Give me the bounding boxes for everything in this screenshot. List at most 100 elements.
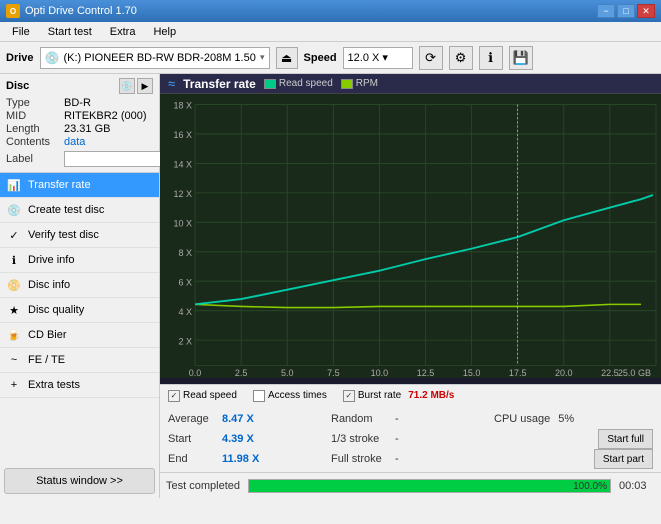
read-speed-checkbox[interactable]: ✓ [168, 390, 180, 402]
left-panel: Disc 💿 ▶ Type BD-R MID RITEKBR2 (000) Le… [0, 74, 160, 498]
drive-select-text: (K:) PIONEER BD-RW BDR-208M 1.50 [63, 52, 256, 64]
stroke13-value: - [395, 433, 415, 445]
right-panel: ≈ Transfer rate Read speed RPM [160, 74, 661, 498]
status-window-label: Status window >> [36, 475, 123, 487]
nav-item-cd-bier[interactable]: 🍺 CD Bier [0, 323, 159, 348]
contents-value: data [64, 136, 85, 148]
full-stroke-value: - [395, 453, 415, 465]
fe-te-icon: ~ [6, 352, 22, 368]
nav-item-create-test-disc[interactable]: 💿 Create test disc [0, 198, 159, 223]
menu-help[interactable]: Help [145, 24, 184, 40]
disc-type-row: Type BD-R [6, 97, 153, 109]
nav-item-drive-info[interactable]: ℹ Drive info [0, 248, 159, 273]
close-button[interactable]: ✕ [637, 4, 655, 18]
access-times-checkbox[interactable] [253, 390, 265, 402]
status-window-button[interactable]: Status window >> [4, 468, 155, 494]
burst-rate-checkbox[interactable]: ✓ [343, 390, 355, 402]
nav-item-verify-test-disc[interactable]: ✓ Verify test disc [0, 223, 159, 248]
menu-start-test[interactable]: Start test [40, 24, 100, 40]
progress-time: 00:03 [619, 480, 655, 492]
maximize-button[interactable]: □ [617, 4, 635, 18]
random-label: Random [331, 413, 391, 425]
average-value: 8.47 X [222, 413, 267, 425]
verify-test-disc-icon: ✓ [6, 227, 22, 243]
progress-percent: 100.0% [573, 480, 607, 494]
chart-stats-bar: ✓ Read speed Access times ✓ Burst rate 7… [160, 384, 661, 406]
nav-item-transfer-rate[interactable]: 📊 Transfer rate [0, 173, 159, 198]
svg-text:2.5: 2.5 [235, 368, 248, 378]
menu-file[interactable]: File [4, 24, 38, 40]
transfer-rate-label: Transfer rate [28, 179, 91, 191]
disc-icon-2[interactable]: ▶ [137, 78, 153, 94]
disc-header: Disc 💿 ▶ [6, 78, 153, 94]
legend-rpm-box [341, 79, 353, 89]
status-text: Test completed [166, 480, 240, 492]
start-part-button[interactable]: Start part [594, 449, 653, 469]
drive-info-label: Drive info [28, 254, 74, 266]
legend-rpm: RPM [341, 78, 378, 89]
svg-text:6 X: 6 X [179, 277, 193, 287]
extra-tests-label: Extra tests [28, 379, 80, 391]
nav-item-fe-te[interactable]: ~ FE / TE [0, 348, 159, 373]
window-controls: − □ ✕ [597, 4, 655, 18]
minimize-button[interactable]: − [597, 4, 615, 18]
svg-text:16 X: 16 X [174, 130, 193, 140]
titlebar: O Opti Drive Control 1.70 − □ ✕ [0, 0, 661, 22]
speed-label: Speed [304, 52, 337, 64]
burst-rate-checkbox-item[interactable]: ✓ Burst rate 71.2 MB/s [343, 390, 455, 402]
transfer-rate-icon: 📊 [6, 177, 22, 193]
read-speed-checkbox-item[interactable]: ✓ Read speed [168, 390, 237, 402]
disc-length-row: Length 23.31 GB [6, 123, 153, 135]
stats-rows: Average 8.47 X Random - CPU usage 5% Sta… [160, 406, 661, 472]
stroke13-label: 1/3 stroke [331, 433, 391, 445]
length-label: Length [6, 123, 64, 135]
save-button[interactable]: 💾 [509, 46, 533, 70]
svg-text:15.0: 15.0 [463, 368, 481, 378]
svg-text:14 X: 14 X [174, 159, 193, 169]
chart-inner: 18 X 16 X 14 X 12 X 10 X 8 X 6 X 4 X 2 X… [160, 94, 661, 378]
svg-text:4 X: 4 X [179, 307, 193, 317]
disc-section: Disc 💿 ▶ Type BD-R MID RITEKBR2 (000) Le… [0, 74, 159, 173]
nav-item-extra-tests[interactable]: + Extra tests [0, 373, 159, 398]
create-test-disc-label: Create test disc [28, 204, 104, 216]
main-content: Disc 💿 ▶ Type BD-R MID RITEKBR2 (000) Le… [0, 74, 661, 498]
menubar: File Start test Extra Help [0, 22, 661, 42]
disc-info-label: Disc info [28, 279, 70, 291]
nav-items: 📊 Transfer rate 💿 Create test disc ✓ Ver… [0, 173, 159, 398]
verify-test-disc-label: Verify test disc [28, 229, 99, 241]
type-label: Type [6, 97, 64, 109]
access-times-checkbox-item[interactable]: Access times [253, 390, 327, 402]
eject-button[interactable]: ⏏ [276, 47, 298, 69]
refresh-button[interactable]: ⟳ [419, 46, 443, 70]
progress-bar-outer: 100.0% [248, 479, 611, 493]
checkmark: ✓ [171, 391, 178, 400]
info-button[interactable]: ℹ [479, 46, 503, 70]
mid-label: MID [6, 110, 64, 122]
nav-item-disc-quality[interactable]: ★ Disc quality [0, 298, 159, 323]
contents-label: Contents [6, 136, 64, 148]
disc-icon-1[interactable]: 💿 [119, 78, 135, 94]
disc-quality-label: Disc quality [28, 304, 84, 316]
svg-text:0.0: 0.0 [189, 368, 202, 378]
disc-section-title: Disc [6, 80, 29, 92]
toolbar: Drive 💿 (K:) PIONEER BD-RW BDR-208M 1.50… [0, 42, 661, 74]
full-stroke-label: Full stroke [331, 453, 391, 465]
fe-te-label: FE / TE [28, 354, 65, 366]
settings-button[interactable]: ⚙ [449, 46, 473, 70]
drive-info-icon: ℹ [6, 252, 22, 268]
start-part-col: Start part [494, 449, 653, 469]
start-full-button[interactable]: Start full [598, 429, 653, 449]
read-speed-label: Read speed [183, 390, 237, 401]
progress-bar-container: Test completed 100.0% 00:03 [160, 472, 661, 498]
progress-bar-inner [249, 480, 610, 492]
disc-quality-icon: ★ [6, 302, 22, 318]
full-stroke-col: Full stroke - [331, 453, 490, 465]
menu-extra[interactable]: Extra [102, 24, 144, 40]
svg-text:7.5: 7.5 [327, 368, 340, 378]
nav-item-disc-info[interactable]: 📀 Disc info [0, 273, 159, 298]
svg-text:20.0: 20.0 [555, 368, 573, 378]
drive-selector[interactable]: 💿 (K:) PIONEER BD-RW BDR-208M 1.50 ▾ [40, 47, 270, 69]
disc-icon-area: 💿 ▶ [119, 78, 153, 94]
speed-selector[interactable]: 12.0 X ▾ [343, 47, 413, 69]
svg-text:5.0: 5.0 [281, 368, 294, 378]
